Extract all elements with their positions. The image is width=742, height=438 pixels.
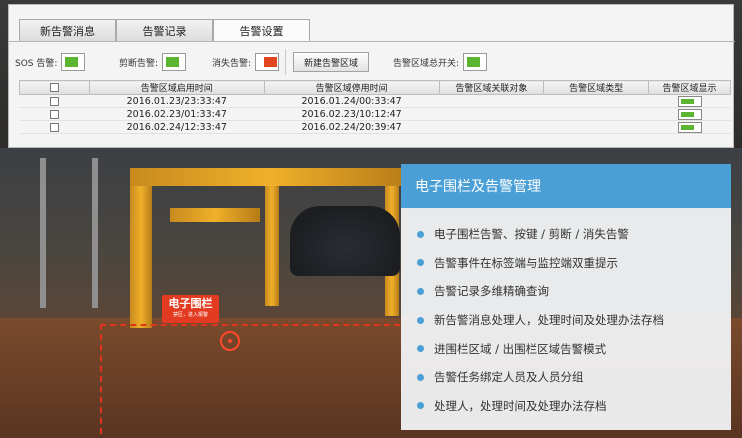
table-header-row: 告警区域启用时间 告警区域停用时间 告警区域关联对象 告警区域类型 告警区域显示 <box>19 80 731 95</box>
sos-alarm-toggle[interactable] <box>61 53 86 71</box>
bullet-icon <box>417 373 424 381</box>
column-header: 告警区域停用时间 <box>263 80 440 95</box>
type-cell <box>543 107 649 121</box>
type-cell <box>543 120 649 134</box>
end-time-cell: 2016.02.24/20:39:47 <box>264 120 440 134</box>
yellow-beam <box>170 208 260 222</box>
bullet-icon <box>417 316 424 324</box>
row-checkbox[interactable] <box>49 122 59 132</box>
column-header: 告警区域显示 <box>648 80 731 95</box>
column-header: 告警区域启用时间 <box>88 80 265 95</box>
alarm-panel: 新告警消息 告警记录 告警设置 SOS 告警: 剪断告警: 消失告警: 新建告警… <box>8 4 735 148</box>
fence-tag-title: 电子围栏 <box>168 297 213 310</box>
list-item: 告警任务绑定人员及人员分组 <box>417 363 731 392</box>
settings-toolbar: SOS 告警: 剪断告警: 消失告警: 新建告警区域 告警区域总开关: <box>15 49 735 75</box>
feature-text: 告警记录多维精确查询 <box>434 284 549 299</box>
bullet-icon <box>417 287 424 295</box>
tab-divider <box>9 41 735 42</box>
start-time-cell: 2016.02.23/01:33:47 <box>89 107 265 121</box>
row-checkbox[interactable] <box>49 96 59 106</box>
column-header: 告警区域关联对象 <box>438 80 545 95</box>
feature-text: 新告警消息处理人，处理时间及处理办法存档 <box>434 313 664 328</box>
tab-alarm-settings[interactable]: 告警设置 <box>213 19 310 41</box>
fence-tag-subtitle: 禁区，进入报警 <box>172 312 208 318</box>
pole <box>92 158 98 308</box>
list-item: 电子围栏告警、按键 / 剪断 / 消失告警 <box>417 220 731 249</box>
feature-text: 处理人，处理时间及处理办法存档 <box>434 398 607 413</box>
feature-text: 告警任务绑定人员及人员分组 <box>434 370 584 385</box>
display-cell <box>648 94 731 108</box>
cut-alarm-toggle[interactable] <box>162 53 187 71</box>
list-item: 新告警消息处理人，处理时间及处理办法存档 <box>417 306 731 335</box>
sos-alarm-label: SOS 告警: <box>15 58 58 69</box>
end-time-cell: 2016.01.24/00:33:47 <box>264 94 440 108</box>
bullet-icon <box>417 402 424 410</box>
pole <box>40 158 46 308</box>
type-cell <box>543 94 649 108</box>
tab-bar: 新告警消息 告警记录 告警设置 <box>19 19 310 41</box>
row-select-cell <box>19 120 90 134</box>
start-time-cell: 2016.02.24/12:33:47 <box>89 120 265 134</box>
alarm-zone-table: 告警区域启用时间 告警区域停用时间 告警区域关联对象 告警区域类型 告警区域显示… <box>19 80 731 134</box>
display-cell <box>648 107 731 121</box>
table-row: 2016.02.24/12:33:47 2016.02.24/20:39:47 <box>19 120 731 134</box>
column-header: 告警区域类型 <box>543 80 650 95</box>
new-alarm-zone-button[interactable]: 新建告警区域 <box>293 52 370 72</box>
bullet-icon <box>417 259 424 267</box>
list-item: 处理人，处理时间及处理办法存档 <box>417 392 731 421</box>
list-item: 告警事件在标签端与监控端双重提示 <box>417 249 731 278</box>
tab-new-alarm-messages[interactable]: 新告警消息 <box>19 19 116 41</box>
cut-alarm-label: 剪断告警: <box>119 58 159 69</box>
feature-text: 告警事件在标签端与监控端双重提示 <box>434 255 618 270</box>
bullet-icon <box>417 230 424 238</box>
car-body <box>290 206 400 276</box>
master-switch-setting: 告警区域总开关: <box>393 53 488 71</box>
tab-alarm-records[interactable]: 告警记录 <box>116 19 213 41</box>
yellow-column <box>130 168 152 328</box>
end-time-cell: 2016.02.23/10:12:47 <box>264 107 440 121</box>
row-checkbox[interactable] <box>49 109 59 119</box>
select-all-checkbox[interactable] <box>49 82 59 92</box>
list-item: 进围栏区域 / 出围栏区域告警模式 <box>417 334 731 363</box>
zone-display-toggle[interactable] <box>677 121 702 133</box>
feature-text: 进围栏区域 / 出围栏区域告警模式 <box>434 341 607 356</box>
display-cell <box>648 120 731 134</box>
lost-alarm-label: 消失告警: <box>212 58 252 69</box>
feature-list: 电子围栏告警、按键 / 剪断 / 消失告警 告警事件在标签端与监控端双重提示 告… <box>401 208 731 430</box>
object-cell <box>439 107 544 121</box>
cut-alarm-setting: 剪断告警: <box>119 53 187 71</box>
feature-text: 电子围栏告警、按键 / 剪断 / 消失告警 <box>434 227 629 242</box>
master-switch-toggle[interactable] <box>463 53 488 71</box>
fence-marker-icon <box>220 331 240 351</box>
toolbar-divider <box>285 49 286 75</box>
zone-display-toggle[interactable] <box>677 108 702 120</box>
start-time-cell: 2016.01.23/23:33:47 <box>89 94 265 108</box>
object-cell <box>439 94 544 108</box>
lost-alarm-toggle[interactable] <box>255 53 280 71</box>
master-switch-label: 告警区域总开关: <box>393 58 460 69</box>
bullet-icon <box>417 345 424 353</box>
lost-alarm-setting: 消失告警: <box>212 53 280 71</box>
fence-tag: 电子围栏 禁区，进入报警 <box>162 295 219 323</box>
yellow-column <box>265 186 279 306</box>
select-all-header <box>19 80 90 95</box>
table-row: 2016.02.23/01:33:47 2016.02.23/10:12:47 <box>19 107 731 121</box>
object-cell <box>439 120 544 134</box>
row-select-cell <box>19 94 90 108</box>
yellow-gantry-beam <box>130 168 410 186</box>
fence-boundary <box>100 324 400 434</box>
row-select-cell <box>19 107 90 121</box>
list-item: 告警记录多维精确查询 <box>417 277 731 306</box>
feature-card-title: 电子围栏及告警管理 <box>401 164 731 208</box>
sos-alarm-setting: SOS 告警: <box>15 53 86 71</box>
zone-display-toggle[interactable] <box>677 95 702 107</box>
table-row: 2016.01.23/23:33:47 2016.01.24/00:33:47 <box>19 94 731 108</box>
